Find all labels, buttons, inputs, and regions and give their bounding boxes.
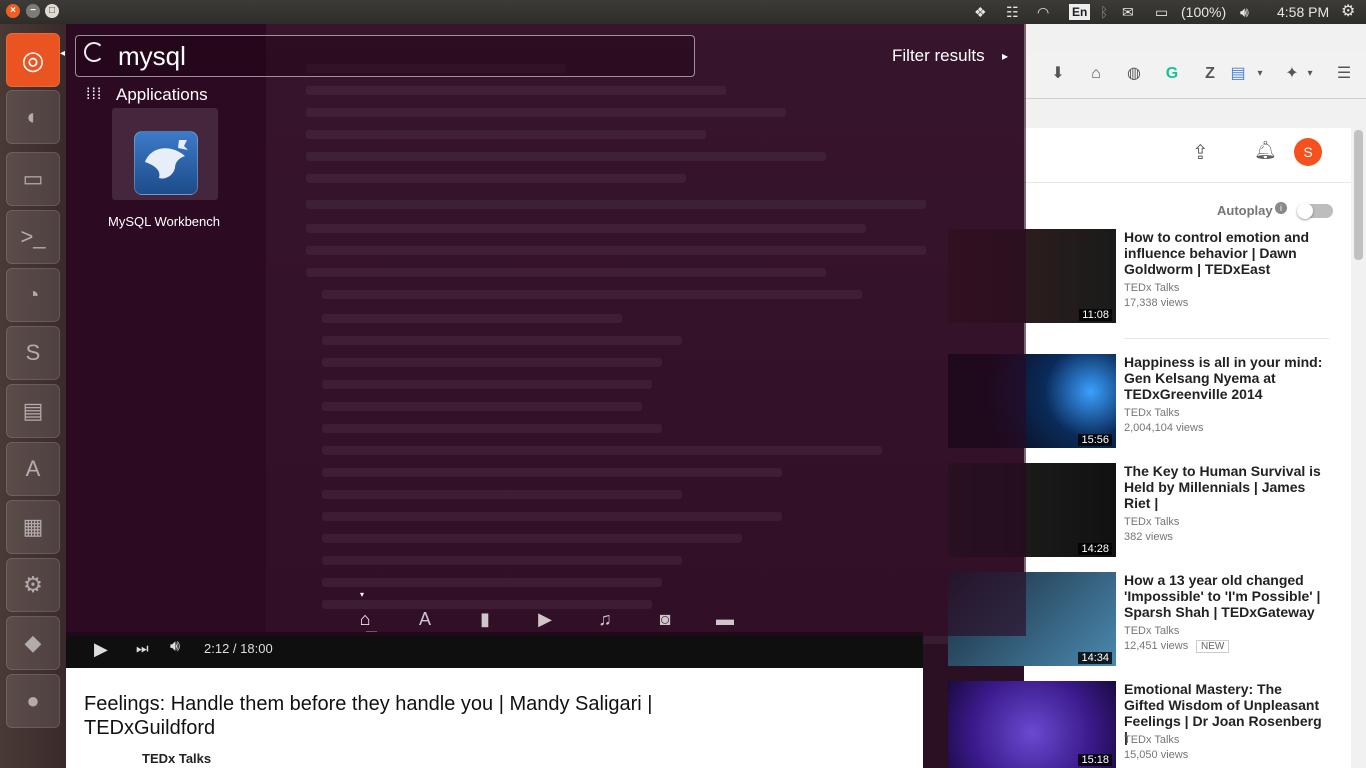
battery-percent[interactable]: (100%) <box>1181 0 1226 24</box>
channel-name[interactable]: TEDx Talks <box>142 751 211 766</box>
duration-badge: 15:18 <box>1078 754 1112 766</box>
sublime-icon[interactable]: S <box>6 326 60 380</box>
divider <box>1124 338 1329 339</box>
video-channel[interactable]: TEDx Talks <box>1124 407 1179 419</box>
notifications-icon[interactable]: 🔔︎ <box>1254 140 1277 161</box>
video-title[interactable]: How a 13 year old changed 'Impossible' t… <box>1124 572 1324 620</box>
files-icon[interactable]: ▭ <box>6 152 60 206</box>
terminal-icon[interactable]: >_ <box>6 210 60 264</box>
app-icon[interactable]: ◆ <box>6 616 60 670</box>
text-editor-icon[interactable]: ▦ <box>6 500 60 554</box>
applications-category-icon: ⁞⁞⁞ <box>86 86 103 103</box>
mail-icon[interactable]: ✉ <box>1122 0 1134 24</box>
duration-badge: 14:34 <box>1078 652 1112 664</box>
youtube-page <box>1024 128 1352 768</box>
document-viewer-icon[interactable]: ▤ <box>6 384 60 438</box>
settings-icon[interactable]: ⚙ <box>6 558 60 612</box>
video-channel[interactable]: TEDx Talks <box>1124 625 1179 637</box>
notes-icon[interactable]: ☷ <box>1006 0 1019 24</box>
home-lens-icon[interactable]: ⌂ <box>353 607 377 631</box>
minimize-button[interactable]: − <box>26 4 40 18</box>
firefox-icon[interactable]: ◐ <box>6 90 60 144</box>
time-display: 2:12 / 18:00 <box>204 641 273 656</box>
video-views: 12,451 views <box>1124 640 1189 652</box>
social-lens-icon[interactable]: ▬ <box>713 607 737 631</box>
home-icon[interactable]: ⌂ <box>1086 64 1106 84</box>
app-icon[interactable]: ◔ <box>6 268 60 322</box>
play-icon[interactable]: ▶ <box>94 639 108 660</box>
video-title[interactable]: The Key to Human Survival is Held by Mil… <box>1124 463 1324 511</box>
avatar[interactable]: S <box>1294 138 1322 166</box>
dash-search-field[interactable] <box>75 35 695 77</box>
zotero-icon[interactable]: Z <box>1200 64 1220 84</box>
mysql-workbench-icon <box>134 131 198 195</box>
files-lens-icon[interactable]: ▮ <box>473 607 497 631</box>
autoplay-label: Autoplay <box>1217 203 1273 218</box>
video-views: 382 views <box>1124 531 1173 543</box>
volume-icon[interactable]: 🔊︎ <box>170 638 180 656</box>
music-lens-icon[interactable]: ♫ <box>593 607 617 631</box>
duration-badge: 14:28 <box>1078 543 1112 555</box>
adblock-icon[interactable]: ✦ <box>1282 64 1302 84</box>
maximize-button[interactable]: □ <box>45 4 59 18</box>
video-views: 17,338 views <box>1124 297 1189 309</box>
volume-icon[interactable]: 🔊︎ <box>1240 0 1249 24</box>
duration-badge: 11:08 <box>1079 309 1112 321</box>
dropbox-icon[interactable]: ❖ <box>974 0 987 24</box>
extension-icon[interactable]: ◍ <box>1124 64 1144 84</box>
battery-icon[interactable]: ▭ <box>1155 0 1168 24</box>
chevron-down-icon[interactable]: ▾ <box>1300 64 1320 84</box>
chevron-down-icon[interactable]: ▾ <box>1250 64 1270 84</box>
scrollbar[interactable] <box>1351 128 1366 768</box>
dash-home-button[interactable]: ◎ <box>6 33 60 87</box>
menu-icon[interactable]: ☰ <box>1334 64 1354 84</box>
top-panel: × − □ ❖ ☷ ◠ En ᛒ ✉ ▭ (100%) 🔊︎ 4:58 PM ⚙ <box>0 0 1366 24</box>
video-title[interactable]: Happiness is all in your mind: Gen Kelsa… <box>1124 354 1324 402</box>
clock[interactable]: 4:58 PM <box>1277 0 1329 24</box>
video-lens-icon[interactable]: ▶ <box>533 607 557 631</box>
autoplay-toggle[interactable] <box>1297 203 1333 219</box>
next-icon[interactable]: ⏭ <box>136 640 149 657</box>
search-input[interactable] <box>116 38 680 74</box>
info-icon[interactable]: i <box>1275 202 1287 214</box>
youtube-header: ⇪ 🔔︎ S <box>1024 128 1352 183</box>
app-result-tile[interactable] <box>112 108 218 200</box>
video-views: 15,050 views <box>1124 749 1189 761</box>
bluetooth-icon[interactable]: ᛒ <box>1100 0 1108 24</box>
upload-icon[interactable]: ⇪ <box>1192 140 1209 165</box>
video-info: Feelings: Handle them before they handle… <box>66 668 923 768</box>
app-icon[interactable]: ● <box>6 674 60 728</box>
video-title[interactable]: How to control emotion and influence beh… <box>1124 229 1324 277</box>
app-result-label[interactable]: MySQL Workbench <box>108 214 220 229</box>
filter-results-button[interactable]: Filter results <box>892 46 985 66</box>
new-badge: NEW <box>1196 640 1230 653</box>
video-main-title: Feelings: Handle them before they handle… <box>84 693 653 739</box>
spinner-icon <box>84 42 104 62</box>
active-lens-indicator: ▾ <box>360 590 365 599</box>
wifi-icon[interactable]: ◠ <box>1037 0 1049 24</box>
video-player-controls: ▶ ⏭ 🔊︎ 2:12 / 18:00 <box>66 632 923 668</box>
duration-badge: 15:56 <box>1078 434 1112 446</box>
document-icon[interactable]: ▤ <box>1228 64 1248 84</box>
keyboard-layout[interactable]: En <box>1069 4 1091 20</box>
category-header: Applications <box>116 85 208 104</box>
video-views: 2,004,104 views <box>1124 422 1204 434</box>
video-channel[interactable]: TEDx Talks <box>1124 516 1179 528</box>
unity-launcher: ◎ ◐ ▭ >_ ◔ S ▤ A ▦ ⚙ ◆ ● <box>0 24 66 768</box>
software-center-icon[interactable]: A <box>6 442 60 496</box>
close-button[interactable]: × <box>6 4 20 18</box>
video-channel[interactable]: TEDx Talks <box>1124 282 1179 294</box>
video-thumbnail[interactable]: 15:18 <box>948 681 1116 768</box>
launcher-pointer-icon: ◂ <box>60 48 66 59</box>
chevron-right-icon[interactable]: ▸ <box>1002 49 1008 63</box>
photo-lens-icon[interactable]: ◙ <box>653 607 677 631</box>
system-gear-icon[interactable]: ⚙ <box>1341 0 1355 24</box>
video-channel[interactable]: TEDx Talks <box>1124 734 1179 746</box>
applications-lens-icon[interactable]: A <box>413 607 437 631</box>
grammarly-icon[interactable]: G <box>1162 64 1182 84</box>
download-icon[interactable]: ⬇ <box>1048 64 1068 84</box>
